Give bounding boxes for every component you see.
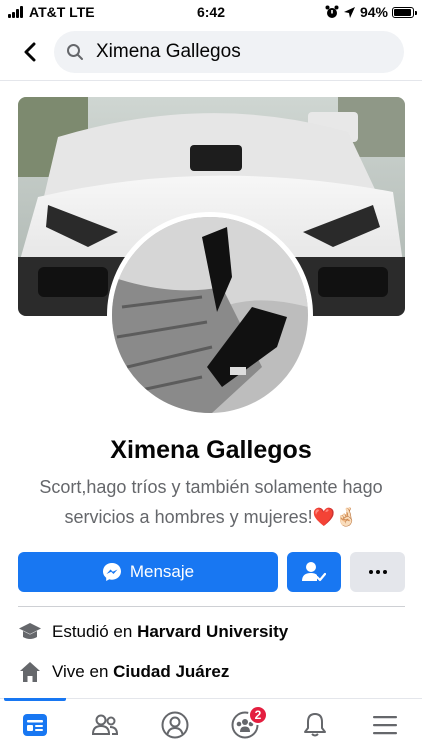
info-education: Estudió en Harvard University [18, 617, 405, 647]
residence-place[interactable]: Ciudad Juárez [113, 662, 229, 681]
back-button[interactable] [16, 38, 44, 66]
active-tab-indicator [4, 698, 66, 701]
residence-prefix: Vive en [52, 662, 114, 681]
news-feed-icon [23, 714, 47, 736]
tab-profile[interactable] [140, 699, 210, 750]
bottom-tab-bar: 2 [0, 698, 422, 750]
info-residence: Vive en Ciudad Juárez [18, 657, 405, 687]
search-query: Ximena Gallegos [96, 41, 241, 62]
search-icon [67, 44, 83, 60]
battery-percent: 94% [359, 4, 388, 20]
education-prefix: Estudió en [52, 622, 138, 641]
profile-actions: Mensaje [18, 552, 405, 592]
hamburger-menu-icon [373, 716, 397, 735]
tab-groups[interactable]: 2 [210, 699, 280, 750]
more-options-button[interactable] [350, 552, 405, 592]
profile-bio: Scort,hago tríos y también solamente hag… [20, 472, 402, 532]
groups-notification-badge: 2 [248, 705, 268, 725]
education-place[interactable]: Harvard University [137, 622, 288, 641]
more-dot [375, 570, 380, 574]
bell-icon [304, 713, 326, 737]
friends-icon [91, 714, 119, 735]
friends-button[interactable] [287, 552, 341, 592]
status-bar: AT&T LTE 6:42 94% [0, 0, 422, 24]
header-divider [0, 80, 422, 81]
bio-line-2: servicios a hombres y mujeres!❤️🤞🏻 [64, 507, 358, 527]
tab-feed[interactable] [0, 698, 70, 750]
search-input[interactable]: Ximena Gallegos [54, 31, 404, 73]
home-icon [18, 660, 42, 684]
graduation-cap-icon [18, 620, 42, 644]
more-dot [368, 570, 373, 574]
chevron-left-icon [24, 42, 36, 62]
status-right: 94% [325, 4, 417, 20]
messenger-icon [102, 563, 121, 581]
message-button[interactable]: Mensaje [18, 552, 278, 592]
section-divider [18, 606, 405, 607]
profile-icon [161, 711, 189, 739]
battery-icon [392, 6, 417, 18]
friend-check-icon [302, 562, 326, 582]
bio-line-1: Scort,hago tríos y también solamente hag… [39, 477, 383, 497]
tab-friends[interactable] [70, 699, 140, 750]
alarm-icon [325, 5, 339, 18]
tab-menu[interactable] [350, 699, 420, 750]
profile-name: Ximena Gallegos [110, 436, 312, 464]
education-text: Estudió en Harvard University [52, 622, 288, 642]
avatar-image [112, 217, 308, 413]
search-header: Ximena Gallegos [0, 30, 422, 74]
residence-text: Vive en Ciudad Juárez [52, 662, 229, 682]
location-arrow-icon [343, 6, 355, 18]
more-dot [382, 570, 387, 574]
tab-notifications[interactable] [280, 699, 350, 750]
message-button-label: Mensaje [129, 562, 195, 581]
profile-avatar[interactable] [107, 212, 313, 418]
